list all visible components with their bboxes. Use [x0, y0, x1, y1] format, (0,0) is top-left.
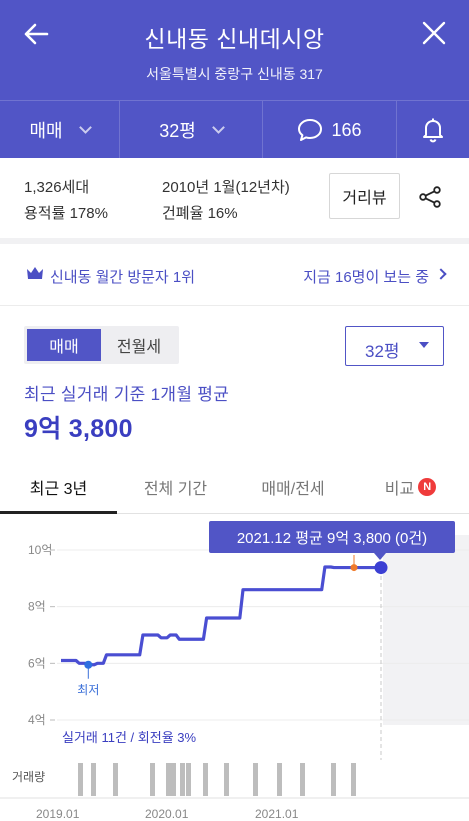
tab-label: 전체 기간 [143, 481, 208, 498]
chevron-down-icon [211, 121, 225, 134]
trade-stats: 실거래 11건 / 회전율 3% [62, 730, 197, 745]
volume-bar [78, 763, 83, 796]
speech-bubble-icon [298, 119, 323, 141]
y-tick-label: 10억 [28, 543, 52, 557]
size-dropdown[interactable]: 32평 [120, 101, 263, 159]
size-label: 32평 [159, 121, 196, 141]
tab-all-period[interactable]: 전체 기간 [117, 460, 234, 514]
bell-icon [423, 118, 443, 143]
x-tick-label: 2020.01 [145, 807, 189, 821]
new-badge: N [418, 478, 437, 496]
future-shading [383, 535, 469, 725]
now-viewing-text: 지금 16명이 보는 중 [303, 269, 429, 286]
volume-bar [113, 763, 118, 796]
size-select-value: 32평 [365, 342, 400, 361]
chevron-down-icon [78, 121, 92, 134]
average-price-label: 최근 실거래 기준 1개월 평균 [24, 385, 230, 404]
volume-bar [224, 763, 229, 796]
volume-bar [186, 763, 191, 796]
y-tick-label: 6억 [28, 656, 46, 670]
period-tabs: 최근 3년 전체 기간 매매/전세 비교 N [0, 460, 469, 514]
tab-compare[interactable]: 비교 N [352, 460, 469, 514]
tab-sale-jeonse[interactable]: 매매/전세 [234, 460, 352, 514]
trade-type-dropdown[interactable]: 매매 [0, 101, 120, 159]
price-line [61, 565, 381, 667]
floor-area-ratio-text: 용적률 178% [24, 205, 108, 222]
page-title: 신내동 신내데시앙 [144, 26, 325, 52]
notification-button[interactable] [397, 101, 469, 159]
crown-icon [27, 267, 43, 279]
trade-type-label: 매매 [29, 121, 63, 141]
average-price-value: 9억 3,800 [24, 415, 133, 443]
tab-label: 비교 [384, 481, 415, 498]
min-label: 최저 [77, 683, 99, 697]
comments-count: 166 [331, 119, 362, 140]
comments-button[interactable]: 166 [263, 101, 397, 159]
app-header: 신내동 신내데시앙 서울특별시 중랑구 신내동 317 [0, 0, 469, 100]
households-text: 1,326세대 [24, 179, 90, 196]
volume-bar [253, 763, 258, 796]
segment-sale[interactable]: 매매 [27, 329, 101, 361]
y-tick-label: 4억 [28, 713, 46, 727]
min-marker [84, 660, 93, 669]
visitor-rank-bar[interactable]: 신내동 월간 방문자 1위 지금 16명이 보는 중 [0, 244, 469, 306]
volume-label: 거래량 [12, 770, 45, 784]
volume-bar [180, 763, 185, 796]
volume-bar [150, 763, 155, 796]
built-year-text: 2010년 1월(12년차) [162, 179, 290, 196]
y-tick-label: 8억 [28, 600, 46, 614]
size-select[interactable]: 32평 [345, 326, 444, 366]
caret-down-icon [419, 342, 429, 348]
volume-bar [203, 763, 208, 796]
segment-rent[interactable]: 전월세 [101, 329, 177, 361]
tooltip-tail [374, 553, 386, 560]
tab-label: 최근 3년 [29, 481, 88, 498]
close-icon[interactable] [421, 20, 447, 46]
volume-bar [331, 763, 336, 796]
x-tick-label: 2021.01 [255, 807, 299, 821]
volume-bar [91, 763, 96, 796]
price-chart[interactable]: 10억 8억 6억 4억 최저실거래 11건 / 회전율 3% 거래량 2019.01 202… [0, 515, 469, 821]
coverage-ratio-text: 건폐율 16% [162, 205, 238, 222]
current-marker [374, 561, 388, 575]
volume-bar [166, 763, 171, 796]
chevron-right-icon [435, 268, 447, 280]
address-text: 서울특별시 중랑구 신내동 317 [146, 66, 323, 82]
tab-recent-3-years[interactable]: 최근 3년 [0, 460, 117, 514]
volume-bar [171, 763, 176, 796]
last-trade-marker [350, 564, 358, 572]
volume-bar [351, 763, 356, 796]
chart-tooltip: 2021.12 평균 9억 3,800 (0건) [209, 521, 455, 553]
volume-bar [277, 763, 282, 796]
active-tab-indicator [0, 511, 117, 514]
x-tick-label: 2019.01 [36, 807, 80, 821]
filter-bar: 매매 32평 166 [0, 100, 469, 159]
tab-label: 매매/전세 [261, 481, 325, 498]
distance-view-button[interactable]: 거리뷰 [329, 173, 400, 219]
visitor-rank-text: 신내동 월간 방문자 1위 [50, 269, 196, 286]
volume-bar [300, 763, 305, 796]
trade-segment-control: 매매 전월세 [24, 326, 179, 364]
share-icon[interactable] [418, 186, 442, 208]
